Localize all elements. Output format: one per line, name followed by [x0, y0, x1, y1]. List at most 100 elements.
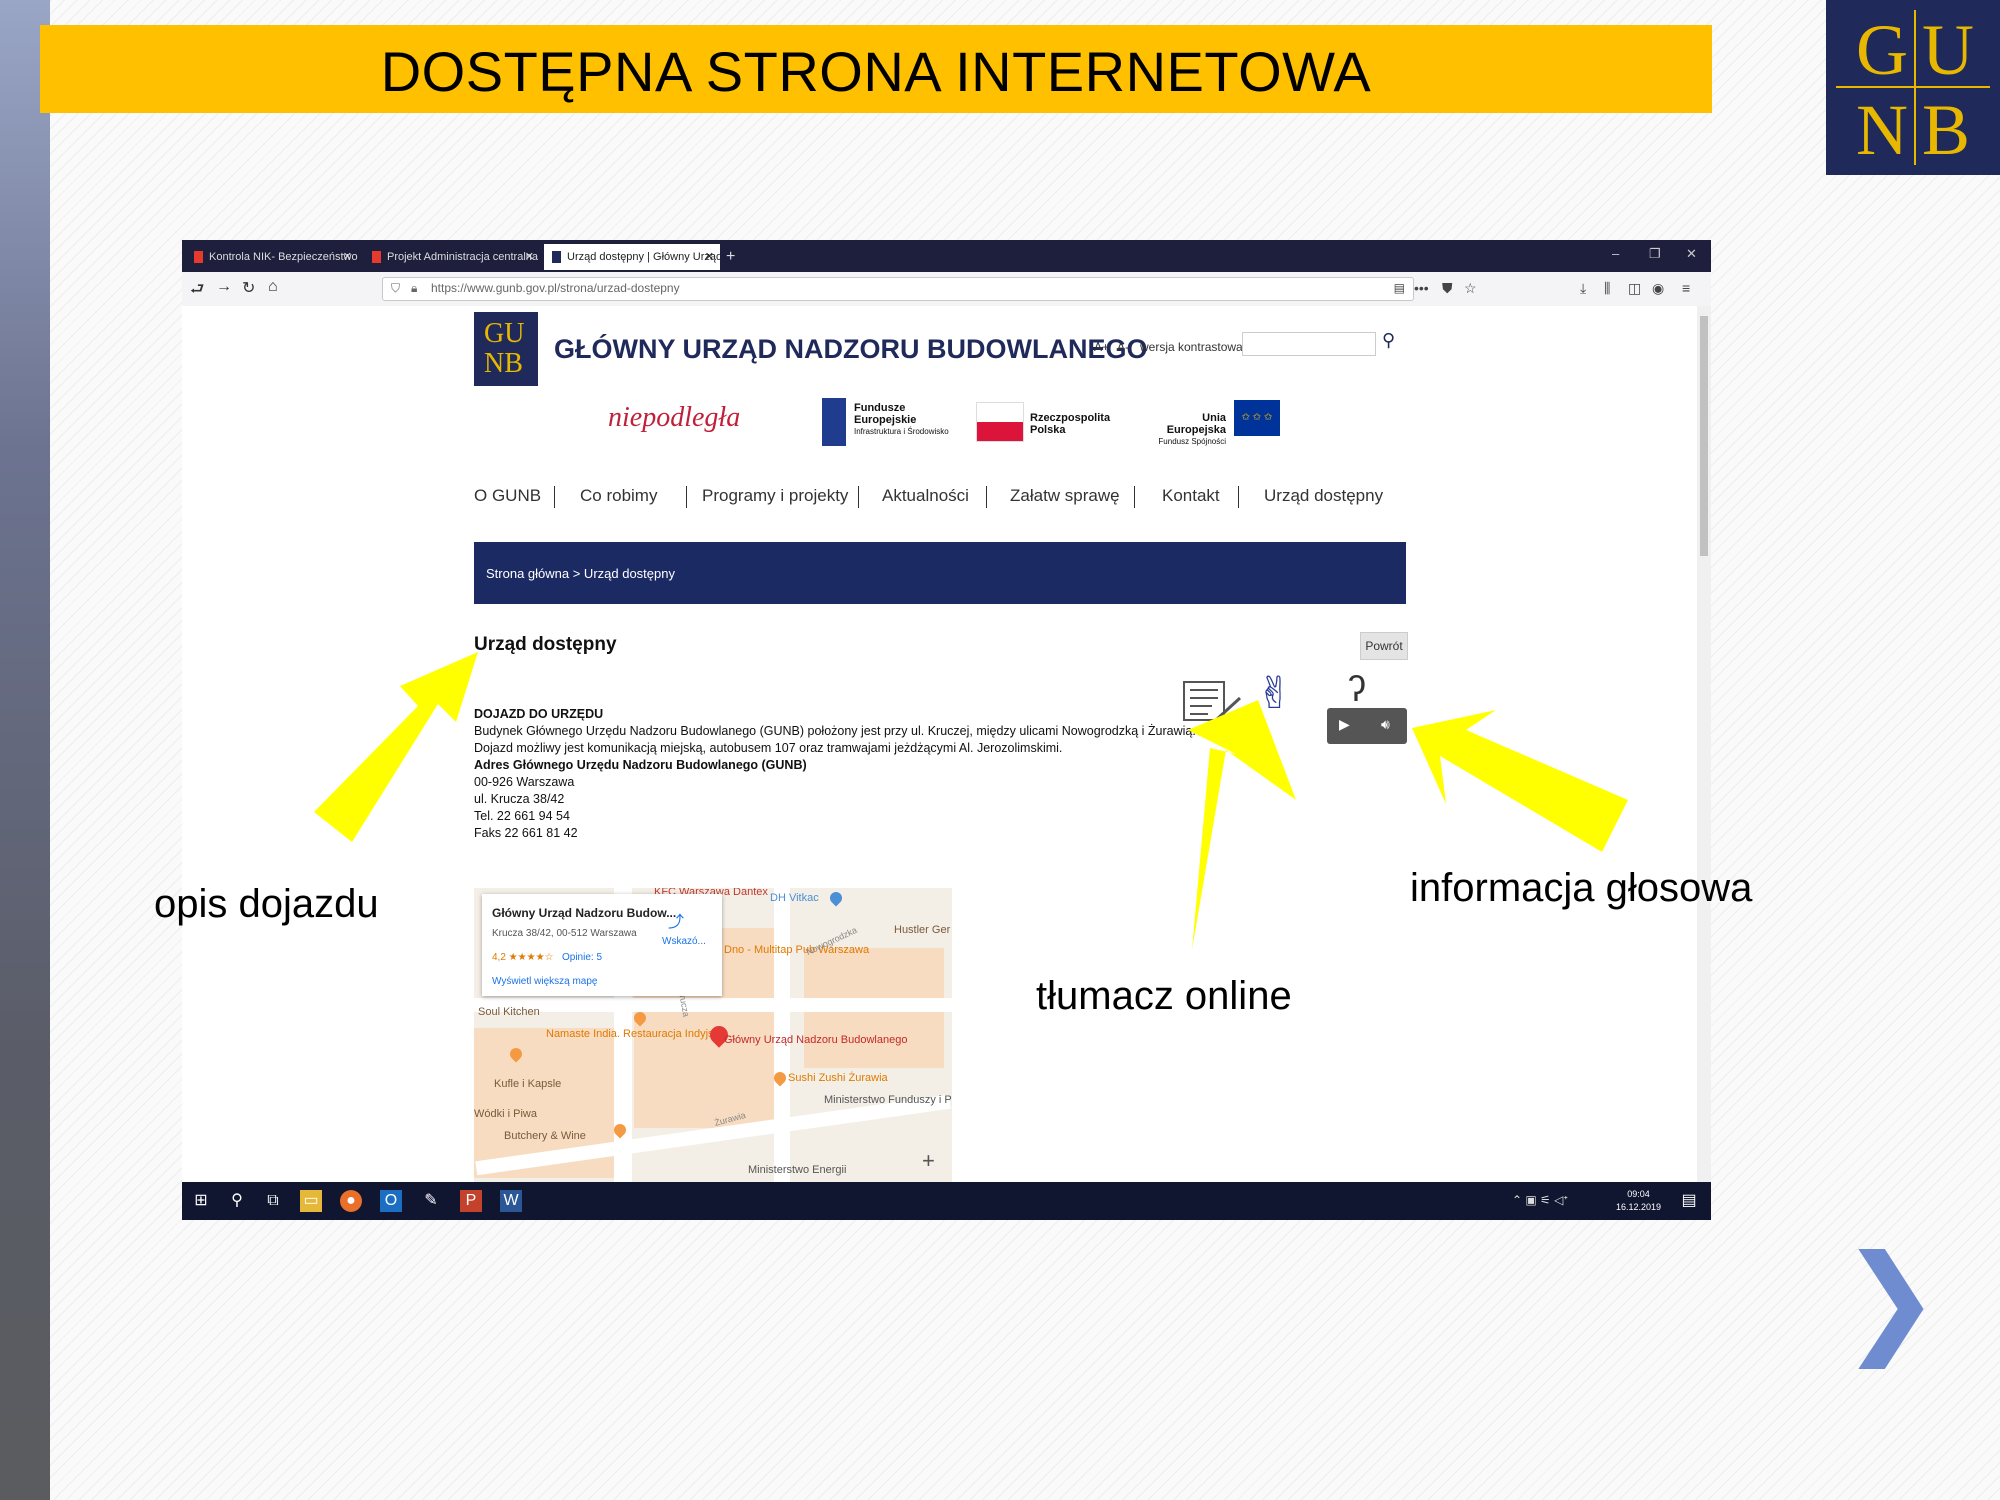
system-tray-icons[interactable]: ⌃ ▣ ⚟ ◁ᐩ: [1512, 1193, 1568, 1207]
gunb-logo: G U N B: [1826, 0, 2000, 175]
menu-item-o-gunb[interactable]: O GUNB: [474, 486, 541, 506]
home-icon[interactable]: ⌂: [268, 278, 278, 296]
page-title: Urząd dostępny: [474, 634, 617, 655]
tab-kontrola-nik[interactable]: Kontrola NIK- Bezpieczeństwo ✕: [186, 244, 358, 270]
menu-separator: [986, 486, 987, 508]
logo-letter-g: G: [1856, 10, 1908, 90]
page-scrollbar[interactable]: [1697, 306, 1711, 1182]
pdf-favicon-icon: [194, 251, 203, 264]
bookmark-star-icon[interactable]: ☆: [1464, 280, 1477, 297]
pdf-favicon-icon: [372, 251, 381, 264]
url-field[interactable]: ⛉ 🔒︎ https://www.gunb.gov.pl/strona/urza…: [382, 277, 1414, 301]
taskbar-clock[interactable]: 09:04 16.12.2019: [1616, 1188, 1661, 1214]
close-window-icon[interactable]: ✕: [1686, 246, 1697, 262]
menu-item-zalatw-sprawe[interactable]: Załatw sprawę: [1010, 486, 1120, 506]
font-increase-link[interactable]: A+: [1094, 340, 1109, 354]
close-tab-icon[interactable]: ✕: [343, 244, 352, 270]
breadcrumb[interactable]: Strona główna > Urząd dostępny: [486, 566, 675, 581]
menu-item-kontakt[interactable]: Kontakt: [1162, 486, 1220, 506]
fundusze-europejskie-text: Fundusze Europejskie Infrastruktura i Śr…: [854, 402, 949, 436]
logo-letter-n: N: [1856, 90, 1908, 170]
location-map[interactable]: KFC Warszawa Dantex DH Vitkac Hustler Ge…: [474, 888, 952, 1182]
shield-icon[interactable]: ⛉: [391, 281, 400, 296]
left-decoration-bar: [0, 0, 50, 1500]
annotation-directions: opis dojazdu: [154, 882, 379, 926]
directions-icon[interactable]: ⤴: [668, 908, 684, 932]
browser-screenshot: Kontrola NIK- Bezpieczeństwo ✕ Projekt Ad…: [182, 240, 1711, 1220]
easy-text-icon[interactable]: [1182, 676, 1242, 726]
poland-flag: [976, 402, 1024, 442]
navigation-bar: ⮐ → ↻ ⌂ ⛉ 🔒︎ https://www.gunb.gov.pl/str…: [182, 272, 1711, 307]
back-button[interactable]: Powrót: [1360, 632, 1408, 660]
menu-item-aktualnosci[interactable]: Aktualności: [882, 486, 969, 506]
reload-icon[interactable]: ↻: [242, 278, 255, 298]
menu-item-co-robimy[interactable]: Co robimy: [580, 486, 657, 506]
ear-icon: ʔ: [1348, 668, 1366, 709]
menu-separator: [1134, 486, 1135, 508]
annotation-voice-info: informacja głosowa: [1410, 866, 1753, 910]
outlook-icon[interactable]: O: [380, 1190, 402, 1212]
sidebar-icon[interactable]: ◫: [1628, 280, 1641, 297]
maximize-icon[interactable]: ❐: [1649, 246, 1661, 262]
tab-urzad-dostepny[interactable]: Urząd dostępny | Główny Urząd ✕: [544, 244, 720, 270]
tab-projekt[interactable]: Projekt Administracja centralna ✕: [364, 244, 540, 270]
menu-item-urzad-dostepny[interactable]: Urząd dostępny: [1264, 486, 1383, 506]
logo-letter-b: B: [1922, 90, 1971, 170]
firefox-icon[interactable]: ●: [340, 1190, 362, 1212]
account-icon[interactable]: ◉: [1652, 280, 1664, 297]
unia-europejska-text: Unia Europejska Fundusz Spójności: [1158, 412, 1226, 446]
volume-icon[interactable]: 🔊︎: [1381, 716, 1390, 733]
search-icon[interactable]: ⚲: [1382, 330, 1395, 351]
task-view-icon[interactable]: ⧉: [262, 1190, 284, 1212]
zoom-in-button[interactable]: +: [922, 1148, 935, 1174]
menu-separator: [554, 486, 555, 508]
download-icon[interactable]: ⤓: [1580, 280, 1586, 297]
play-icon[interactable]: ▶: [1339, 716, 1350, 733]
sign-language-icon[interactable]: ✌︎: [1256, 668, 1318, 726]
breadcrumb-band: Strona główna > Urząd dostępny: [474, 542, 1406, 604]
search-icon[interactable]: ⚲: [226, 1190, 248, 1212]
directions-link[interactable]: Wskazó...: [662, 936, 706, 947]
gunb-favicon-icon: [552, 251, 561, 264]
lock-icon[interactable]: 🔒︎: [411, 281, 417, 296]
next-slide-chevron-icon[interactable]: ❯: [1840, 1240, 1941, 1360]
site-logo[interactable]: GU NB: [474, 312, 538, 386]
more-actions-icon[interactable]: •••: [1414, 280, 1429, 296]
url-text: https://www.gunb.gov.pl/strona/urzad-dos…: [431, 281, 680, 295]
tab-bar: Kontrola NIK- Bezpieczeństwo ✕ Projekt Ad…: [182, 240, 1711, 272]
notifications-icon[interactable]: ▤: [1678, 1190, 1700, 1212]
directions-text: DOJAZD DO URZĘDU Budynek Głównego Urzędu…: [474, 707, 1196, 840]
menu-separator: [858, 486, 859, 508]
close-tab-icon[interactable]: ✕: [525, 244, 534, 270]
larger-map-link[interactable]: Wyświetl większą mapę: [492, 976, 598, 987]
windows-taskbar: ⊞ ⚲ ⧉ ▭ ● O ✎ P W ⌃ ▣ ⚟ ◁ᐩ 09:04 16.12.2…: [182, 1182, 1711, 1220]
menu-separator: [1238, 486, 1239, 508]
site-title[interactable]: GŁÓWNY URZĄD NADZORU BUDOWLANEGO: [554, 334, 1147, 365]
minimize-icon[interactable]: –: [1612, 246, 1619, 261]
logo-letter-u: U: [1922, 10, 1974, 90]
contrast-link[interactable]: wersja kontrastowa: [1140, 340, 1243, 354]
close-tab-icon[interactable]: ✕: [705, 244, 714, 270]
menu-icon[interactable]: ≡: [1682, 280, 1690, 296]
slide-title: DOSTĘPNA STRONA INTERNETOWA: [380, 40, 1372, 103]
font-decrease-link[interactable]: A-: [1117, 340, 1129, 354]
pocket-icon[interactable]: ⛊: [1442, 280, 1453, 297]
audio-player[interactable]: ▶ 🔊︎: [1327, 708, 1407, 744]
forward-icon[interactable]: →: [216, 278, 232, 296]
menu-separator: [686, 486, 687, 508]
powerpoint-icon[interactable]: P: [460, 1190, 482, 1212]
fundusze-europejskie-logo: [822, 398, 846, 446]
rzeczpospolita-text: Rzeczpospolita Polska: [1030, 412, 1111, 436]
file-explorer-icon[interactable]: ▭: [300, 1190, 322, 1212]
library-icon[interactable]: ⫼: [1604, 280, 1610, 297]
back-icon[interactable]: ⮐: [190, 278, 204, 305]
map-info-card[interactable]: Główny Urząd Nadzoru Budow... Krucza 38/…: [482, 894, 722, 996]
search-input[interactable]: [1242, 332, 1376, 356]
word-icon[interactable]: W: [500, 1190, 522, 1212]
start-icon[interactable]: ⊞: [190, 1190, 212, 1212]
reader-view-icon[interactable]: ▤: [1394, 281, 1405, 295]
menu-item-programy[interactable]: Programy i projekty: [702, 486, 848, 506]
paint-icon[interactable]: ✎: [420, 1190, 442, 1212]
slide-title-bar: DOSTĘPNA STRONA INTERNETOWA: [40, 25, 1712, 113]
new-tab-button[interactable]: +: [726, 244, 746, 270]
